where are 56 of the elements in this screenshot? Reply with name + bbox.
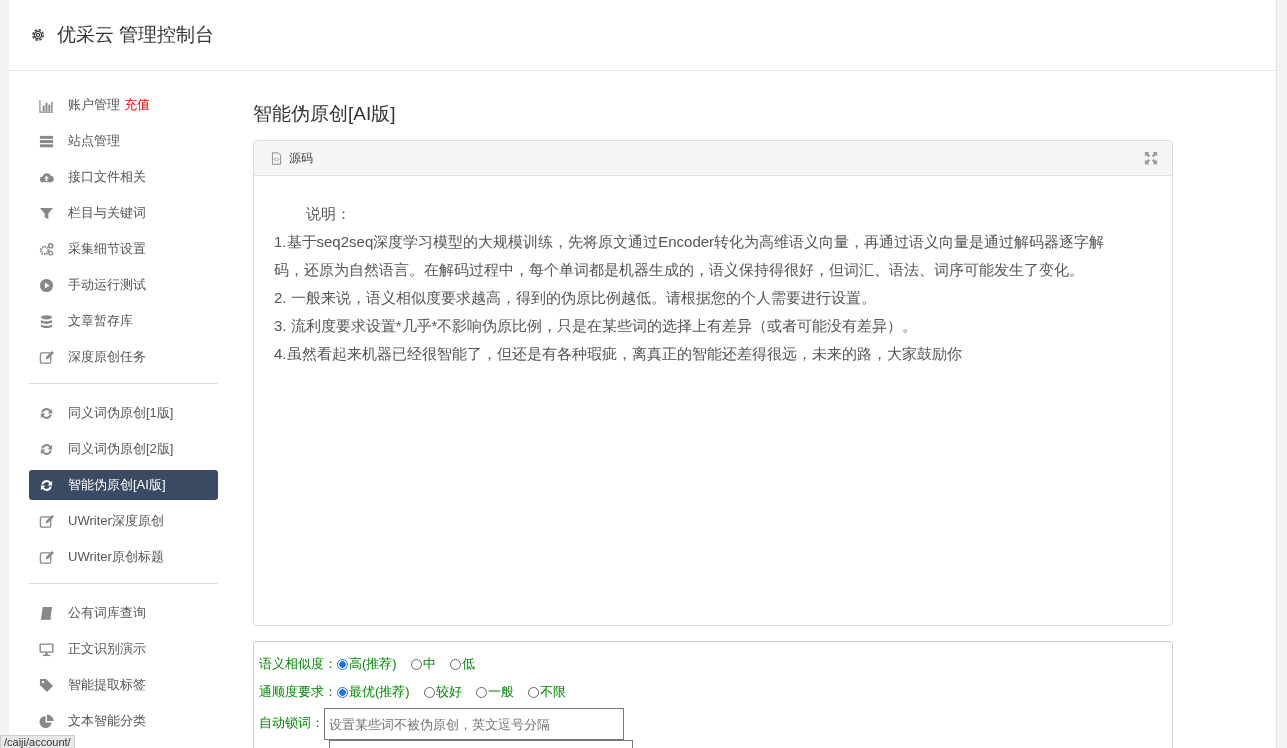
console-title: 优采云 管理控制台 bbox=[57, 23, 215, 47]
page-title: 智能伪原创[AI版] bbox=[253, 102, 397, 126]
radio-option[interactable]: 中 bbox=[410, 655, 436, 673]
sidebar-item[interactable]: 公有词库查询 bbox=[29, 598, 218, 628]
field-label: 语义相似度： bbox=[259, 655, 337, 673]
editor-paragraph: 4.虽然看起来机器已经很智能了，但还是有各种瑕疵，离真正的智能还差得很远，未来的路，大家鼓励你 bbox=[274, 344, 963, 364]
sidebar-item[interactable]: 站点管理 bbox=[29, 126, 218, 156]
edit-icon bbox=[39, 549, 54, 565]
radio-option[interactable]: 一般 bbox=[475, 683, 514, 701]
radio-option[interactable]: 不限 bbox=[527, 683, 566, 701]
refresh-icon bbox=[39, 441, 54, 457]
radio-option[interactable]: 低 bbox=[449, 655, 475, 673]
radio-option[interactable]: 最优(推荐) bbox=[337, 683, 410, 701]
radio-option[interactable]: 高(推荐) bbox=[337, 655, 397, 673]
radio-option[interactable]: 较好 bbox=[423, 683, 462, 701]
sidebar-item[interactable]: UWriter深度原创 bbox=[29, 506, 218, 536]
monitor-icon bbox=[39, 641, 54, 657]
edit-icon bbox=[39, 349, 54, 365]
sidebar-item[interactable]: 账户管理 充值 bbox=[29, 90, 218, 120]
server-icon bbox=[39, 133, 54, 149]
database-icon bbox=[39, 313, 54, 329]
editor-heading: 说明： bbox=[305, 204, 352, 224]
sidebar-item[interactable]: 接口文件相关 bbox=[29, 162, 218, 192]
sidebar-item[interactable]: 同义词伪原创[1版] bbox=[29, 398, 218, 428]
sidebar-item[interactable]: 同义词伪原创[2版] bbox=[29, 434, 218, 464]
sidebar-item[interactable]: 智能伪原创[AI版] bbox=[29, 470, 218, 500]
code-file-icon bbox=[270, 151, 283, 165]
url-tooltip: /caiji/account/ bbox=[0, 735, 75, 748]
sidebar-item[interactable]: 栏目与关键词 bbox=[29, 198, 218, 228]
edit-icon bbox=[39, 513, 54, 529]
field-label: 通顺度要求： bbox=[259, 683, 337, 701]
sidebar-item[interactable]: 正文识别演示 bbox=[29, 634, 218, 664]
bar-chart-icon bbox=[39, 97, 54, 113]
fullscreen-icon[interactable] bbox=[1144, 151, 1158, 165]
book-icon bbox=[39, 605, 54, 621]
settings-icon bbox=[29, 26, 47, 44]
recharge-link[interactable]: 充值 bbox=[124, 96, 150, 114]
sidebar-item[interactable]: 文章暂存库 bbox=[29, 306, 218, 336]
sidebar-item[interactable]: 文本智能分类 bbox=[29, 706, 218, 736]
sidebar-item[interactable]: 智能提取标签 bbox=[29, 670, 218, 700]
sidebar-item[interactable]: 深度原创任务 bbox=[29, 342, 218, 372]
editor-paragraph: 3. 流利度要求设置*几乎*不影响伪原比例，只是在某些词的选择上有差异（或者可能没有差异）。 bbox=[274, 316, 919, 336]
editor-paragraph: 2. 一般来说，语义相似度要求越高，得到的伪原比例越低。请根据您的个人需要进行设置。 bbox=[274, 288, 877, 308]
lock-words-field[interactable]: 设置某些词不被伪原创，英文逗号分隔 bbox=[324, 708, 624, 740]
source-button[interactable]: 源码 bbox=[268, 147, 315, 169]
tag-icon bbox=[39, 677, 54, 693]
sidebar-item[interactable]: UWriter原创标题 bbox=[29, 542, 218, 572]
filter-icon bbox=[39, 205, 54, 221]
refresh-icon bbox=[39, 405, 54, 421]
field-label: 自动锁词： bbox=[259, 714, 324, 732]
editor-paragraph: 1.基于seq2seq深度学习模型的大规模训练，先将原文通过Encoder转化为高维语义向量，再通过语义向量是通过解码器逐字解码，还原为自然语言。在解码过程中，每个单词都是机器生成的，语义保持得很好，但词汇、语法、词序可能发生了变化。 bbox=[274, 232, 1106, 280]
play-circle-icon bbox=[39, 277, 54, 293]
pie-chart-icon bbox=[39, 713, 54, 729]
refresh-icon bbox=[39, 477, 54, 493]
sidebar-item[interactable]: 手动运行测试 bbox=[29, 270, 218, 300]
sidebar-item[interactable]: 采集细节设置 bbox=[29, 234, 218, 264]
